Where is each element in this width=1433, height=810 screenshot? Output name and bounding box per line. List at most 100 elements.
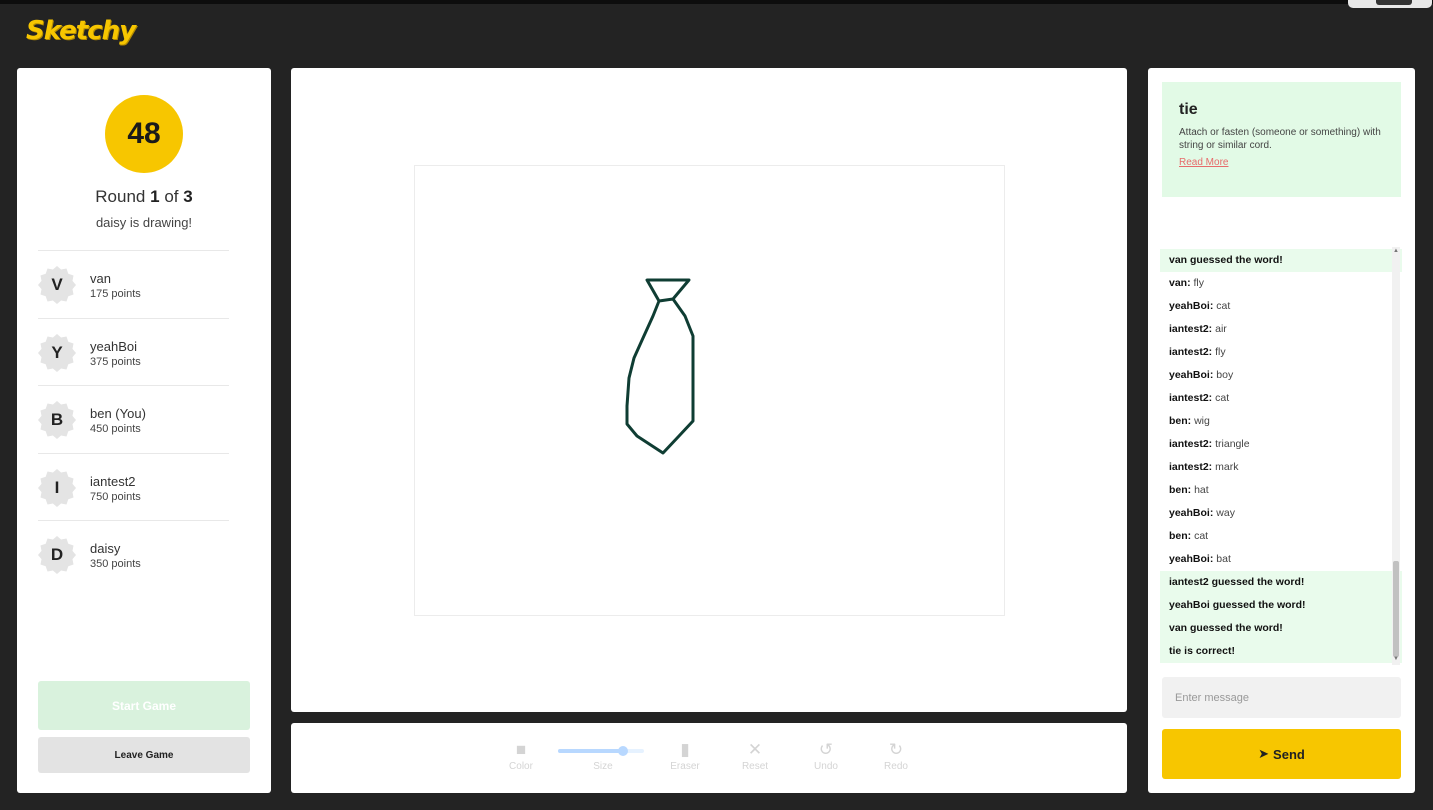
- chat-message-text: van guessed the word!: [1169, 622, 1283, 634]
- chat-message-text: hat: [1194, 484, 1209, 496]
- drawing-toolbar: ■ Color Size ▮ Eraser ✕ Reset ↺ Undo ↻ R…: [291, 723, 1127, 793]
- round-current: 1: [150, 187, 160, 206]
- chat-message-text: fly: [1215, 346, 1226, 358]
- player-points: 375 points: [90, 355, 141, 368]
- round-timer: 48: [105, 95, 183, 173]
- player-row: B ben (You) 450 points: [38, 385, 229, 453]
- word-definition: Attach or fasten (someone or something) …: [1179, 127, 1381, 151]
- drawing-status: daisy is drawing!: [95, 215, 193, 230]
- chat-message-user: iantest2:: [1169, 438, 1213, 450]
- scroll-down-icon[interactable]: ▼: [1393, 656, 1399, 662]
- redo-tool[interactable]: ↻ Redo: [866, 740, 926, 773]
- chat-message-user: yeahBoi:: [1169, 553, 1214, 565]
- leave-game-button[interactable]: Leave Game: [38, 737, 250, 773]
- chat-message: ben: cat: [1160, 525, 1402, 548]
- chat-message-text: wig: [1194, 415, 1210, 427]
- word-card: tie Attach or fasten (someone or somethi…: [1162, 82, 1401, 197]
- chat-message-user: iantest2:: [1169, 392, 1213, 404]
- chat-message-text: iantest2 guessed the word!: [1169, 576, 1305, 588]
- chat-message-user: iantest2:: [1169, 323, 1213, 335]
- chat-message: yeahBoi: cat: [1160, 295, 1402, 318]
- send-button-label: Send: [1273, 746, 1305, 762]
- player-points: 450 points: [90, 423, 141, 435]
- avatar-initial: B: [50, 410, 64, 429]
- player-avatar: Y: [38, 333, 76, 372]
- avatar-initial: V: [51, 275, 63, 294]
- read-more-link[interactable]: Read More: [1179, 157, 1228, 168]
- player-avatar: I: [38, 468, 76, 507]
- chat-message-user: van:: [1169, 277, 1191, 289]
- chat-system-message: yeahBoi guessed the word!: [1160, 594, 1402, 617]
- chat-message-user: iantest2:: [1169, 346, 1213, 358]
- size-slider-handle[interactable]: [617, 746, 628, 756]
- chat-message-text: boy: [1216, 369, 1234, 381]
- player-row: V van 175 points: [38, 250, 229, 318]
- player-row: Y yeahBoi 375 points: [38, 317, 229, 386]
- round-of: of: [164, 187, 179, 206]
- chat-message-text: way: [1216, 507, 1235, 519]
- round-total: 3: [183, 187, 193, 206]
- player-row: I iantest2 750 points: [38, 452, 229, 521]
- start-game-button[interactable]: Start Game: [38, 681, 250, 730]
- player-name: daisy: [90, 541, 121, 556]
- chat-message-text: mark: [1215, 461, 1239, 473]
- chat-message-user: yeahBoi:: [1169, 369, 1214, 381]
- chat-message-text: bat: [1216, 553, 1231, 565]
- square-icon: ■: [515, 740, 527, 759]
- chat-message: iantest2: triangle: [1160, 433, 1402, 456]
- chat-message-text: fly: [1193, 277, 1205, 289]
- players-panel: 48 Round 1 of 3 daisy is drawing! V van …: [17, 68, 271, 793]
- avatar-initial: I: [54, 477, 60, 497]
- chat-message: yeahBoi: bat: [1160, 548, 1402, 571]
- redo-tool-label: Redo: [884, 761, 908, 772]
- chat-message-text: van guessed the word!: [1169, 254, 1283, 266]
- chat-system-message: iantest2 guessed the word!: [1160, 571, 1402, 594]
- chat-log: van guessed the word! van: fly yeahBoi: ca…: [1160, 249, 1402, 664]
- chat-system-message: tie is correct!: [1160, 640, 1402, 663]
- size-slider[interactable]: [558, 746, 644, 756]
- round-prefix: Round: [95, 187, 146, 206]
- player-avatar: B: [38, 401, 76, 439]
- player-points: 350 points: [90, 558, 141, 570]
- chat-message-text: yeahBoi guessed the word!: [1169, 599, 1306, 611]
- round-indicator: Round 1 of 3: [17, 187, 271, 207]
- eraser-tool[interactable]: ▮ Eraser: [655, 740, 715, 773]
- chat-system-message: van guessed the word!: [1160, 249, 1402, 272]
- app-logo[interactable]: Sketchy: [26, 16, 136, 46]
- send-button[interactable]: ➤ Send: [1162, 729, 1401, 779]
- player-name: iantest2: [90, 473, 136, 489]
- player-avatar: D: [38, 536, 76, 574]
- window-corner-control-inner: [1376, 0, 1412, 5]
- chat-scrollbar[interactable]: ▲ ▼: [1392, 247, 1400, 665]
- canvas-panel: [291, 68, 1127, 712]
- chat-message: van: fly: [1160, 272, 1402, 295]
- player-name: yeahBoi: [90, 338, 137, 354]
- reset-tool-label: Reset: [741, 761, 769, 772]
- drawing-canvas[interactable]: [414, 165, 1005, 616]
- undo-tool-label: Undo: [814, 761, 838, 772]
- word-title: tie: [1179, 101, 1198, 118]
- paper-plane-icon: ➤: [1258, 746, 1270, 761]
- eraser-icon: ▮: [680, 740, 690, 759]
- reset-tool[interactable]: ✕ Reset: [725, 741, 785, 773]
- chat-message: iantest2: fly: [1160, 341, 1402, 364]
- scrollbar-thumb[interactable]: [1393, 561, 1399, 657]
- undo-tool[interactable]: ↺ Undo: [796, 741, 856, 773]
- color-tool-label: Color: [509, 761, 533, 772]
- chat-message: yeahBoi: boy: [1160, 364, 1402, 387]
- scroll-up-icon[interactable]: ▲: [1393, 248, 1399, 254]
- chat-panel: tie Attach or fasten (someone or somethi…: [1148, 68, 1415, 793]
- chat-message: iantest2: cat: [1160, 387, 1402, 410]
- chat-message-text: tie is correct!: [1169, 645, 1235, 657]
- size-tool: Size: [573, 759, 633, 772]
- player-name: ben (You): [90, 406, 146, 421]
- eraser-tool-label: Eraser: [670, 761, 700, 772]
- chat-message-user: ben:: [1169, 415, 1192, 427]
- redo-icon: ↻: [888, 740, 904, 759]
- color-tool[interactable]: ■ Color: [491, 740, 551, 773]
- chat-message-text: triangle: [1215, 438, 1250, 450]
- size-tool-label: Size: [593, 761, 613, 772]
- player-row: D daisy 350 points: [38, 520, 229, 588]
- chat-message-text: cat: [1215, 392, 1230, 404]
- message-input[interactable]: [1162, 677, 1401, 718]
